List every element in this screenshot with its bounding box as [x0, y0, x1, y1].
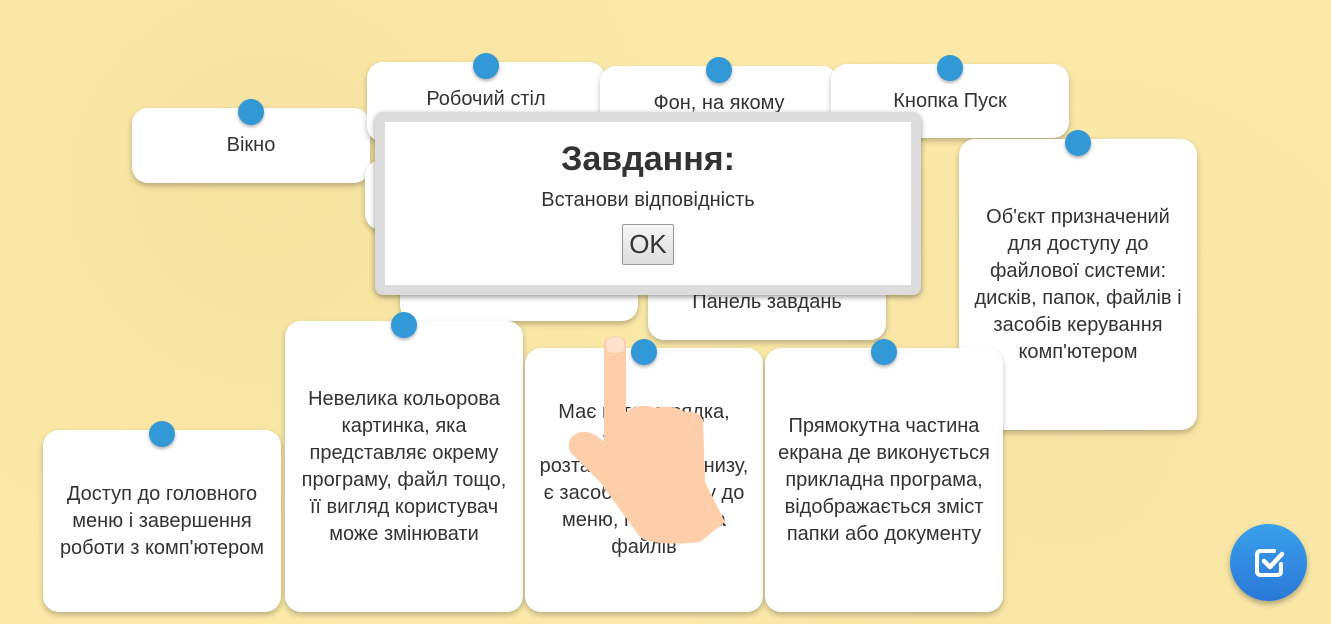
pin-icon — [937, 55, 963, 81]
pin-icon — [871, 339, 897, 365]
match-card[interactable]: Прямокутна частина екрана де виконується… — [765, 339, 1003, 612]
card-text: Об'єкт призначений для доступу до файлов… — [974, 205, 1182, 363]
pin-icon — [238, 99, 264, 125]
dialog-title: Завдання: — [561, 140, 735, 178]
card-text: Має вигляд рядка, зазвичай розташовуєтьс… — [539, 401, 749, 558]
pin-icon — [1065, 130, 1091, 156]
match-card[interactable]: Має вигляд рядка, зазвичай розташовуєтьс… — [525, 339, 763, 612]
match-card[interactable]: Доступ до головного меню і завершення ро… — [43, 421, 281, 612]
check-icon — [1254, 548, 1284, 577]
match-card[interactable]: Невелика кольорова картинка, яка предста… — [285, 312, 523, 612]
pin-icon — [391, 312, 417, 338]
card-text: Доступ до головного меню і завершення ро… — [59, 482, 265, 559]
pin-icon — [631, 339, 657, 365]
card-text: Кнопка Пуск — [893, 89, 1007, 112]
pin-icon — [706, 57, 732, 83]
card-text: Вікно — [226, 134, 276, 156]
task-dialog: Завдання: Встанови відповідність OK — [375, 112, 921, 295]
ok-button[interactable]: OK — [622, 224, 674, 265]
dialog-message: Встанови відповідність — [541, 189, 755, 211]
card-text: Невелика кольорова картинка, яка предста… — [301, 387, 507, 545]
card-text: Прямокутна частина екрана де виконується… — [778, 414, 990, 545]
match-card[interactable]: Вікно — [132, 99, 370, 183]
pin-icon — [473, 53, 499, 79]
pin-icon — [149, 421, 175, 447]
card-text: Робочий стіл — [426, 88, 546, 110]
check-answers-button[interactable] — [1230, 524, 1307, 601]
